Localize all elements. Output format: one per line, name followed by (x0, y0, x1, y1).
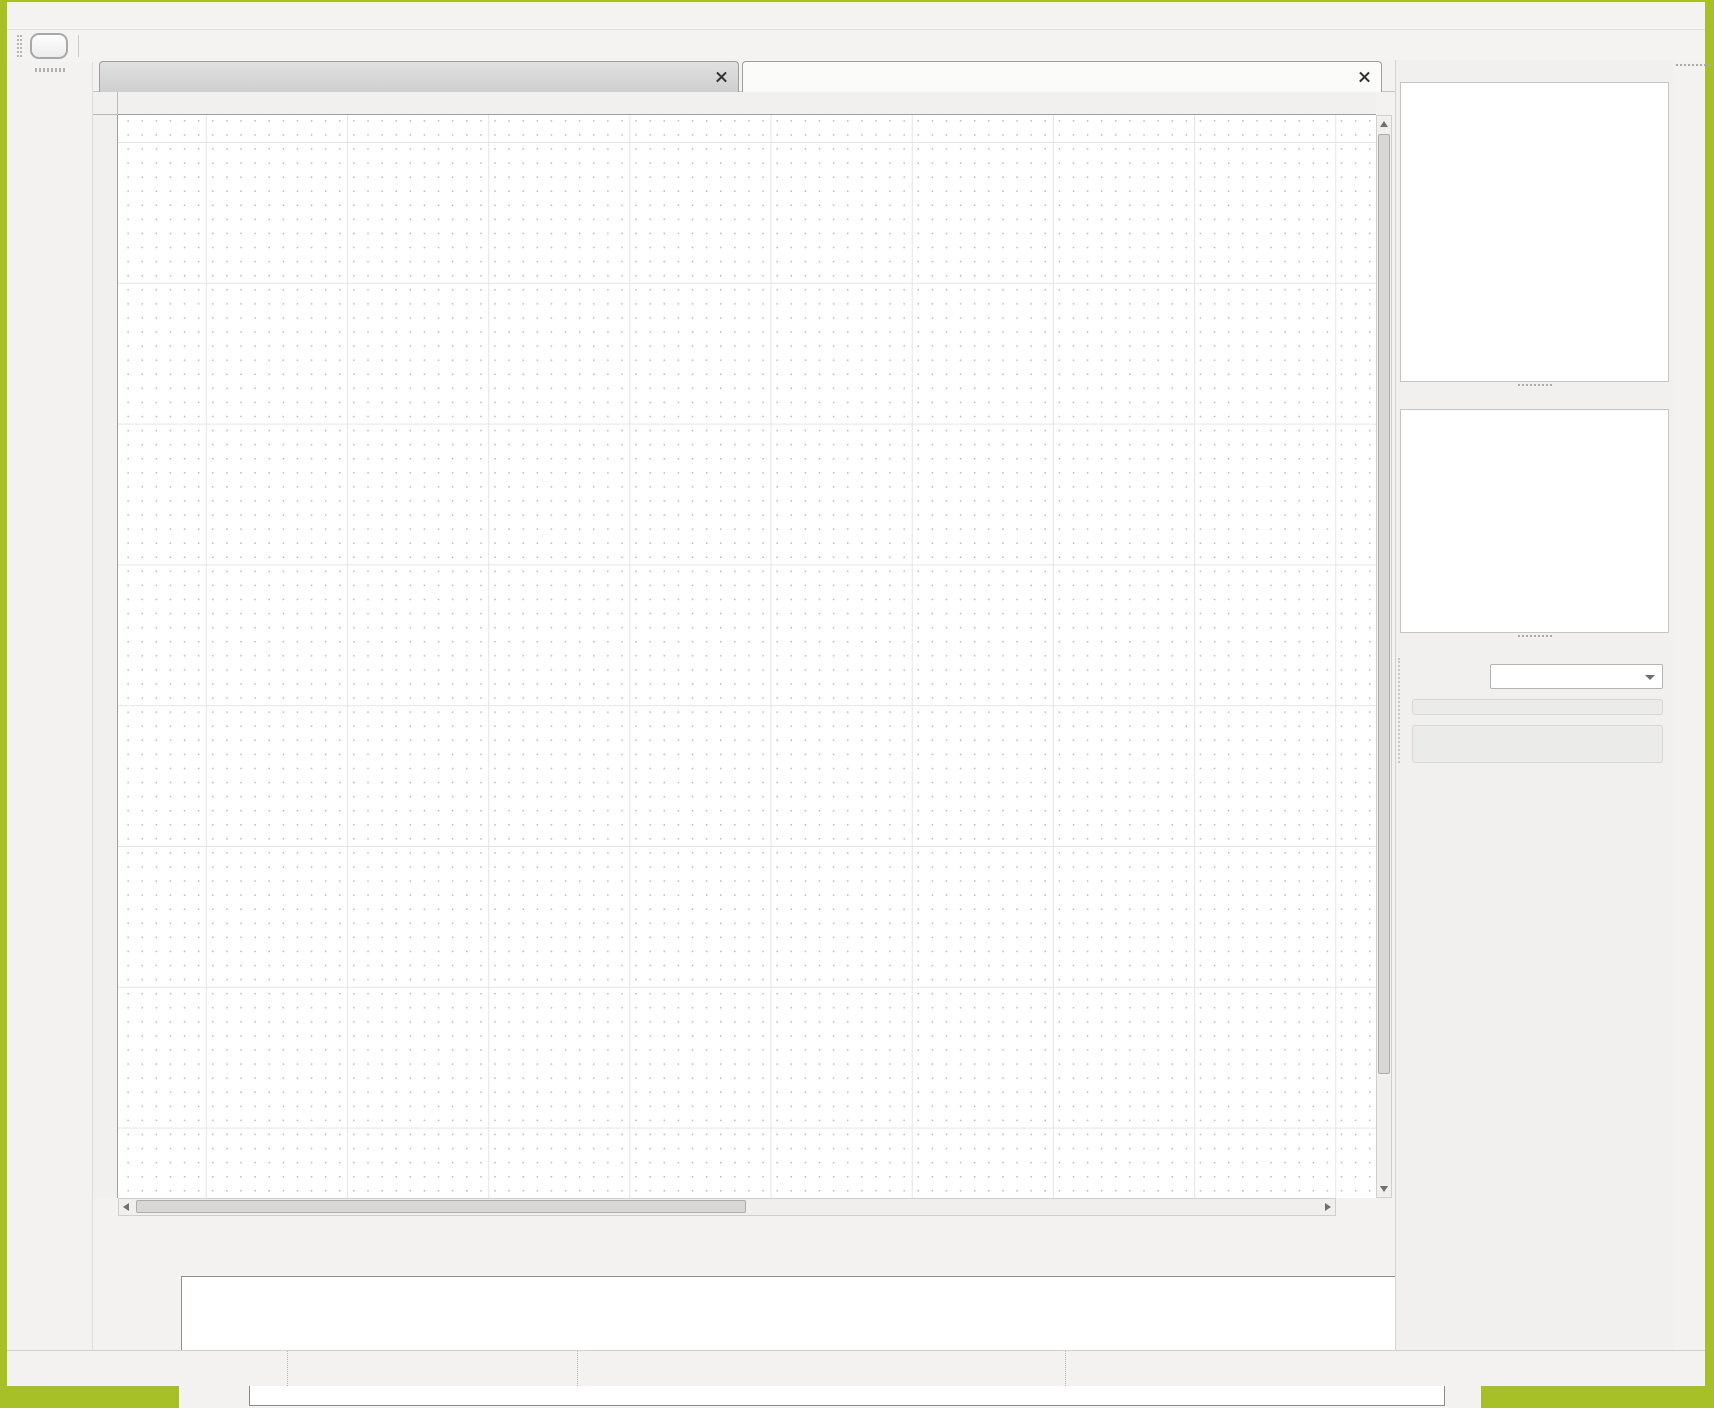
horizontal-scrollbar[interactable] (118, 1198, 1336, 1216)
tab-untitled[interactable] (99, 61, 739, 92)
tab-dno-10mm[interactable] (742, 61, 1382, 92)
layer-list-panel (1396, 384, 1673, 633)
strip-drag-handle[interactable] (1676, 64, 1710, 67)
vertical-ruler (93, 115, 118, 1198)
librecad-window (7, 2, 1705, 1386)
scroll-right-icon[interactable] (1325, 1203, 1331, 1211)
float-panel-icon[interactable] (1638, 63, 1652, 77)
detach-command-icon[interactable] (1449, 1387, 1466, 1404)
polar-coordinates-widget (287, 1351, 577, 1386)
vertical-scrollbar-handle[interactable] (1378, 134, 1390, 1074)
mouse-hint-widget (577, 1351, 1065, 1386)
specific-properties-group (1412, 725, 1663, 763)
mouse-icon (817, 1357, 833, 1383)
command-input[interactable] (249, 1385, 1445, 1406)
tab-bar (93, 60, 1395, 92)
status-bar (7, 1350, 1705, 1386)
command-dock (179, 1274, 1481, 1408)
cad-drawing (118, 115, 1376, 1198)
palette-drag-handle[interactable] (35, 68, 65, 72)
chevron-down-icon (1645, 675, 1655, 680)
coordinates-widget (7, 1351, 287, 1386)
tab-close-icon[interactable] (1357, 69, 1373, 85)
close-panel-icon[interactable] (1657, 63, 1671, 77)
selection-combobox[interactable] (1490, 664, 1663, 689)
property-editor-panel (1396, 635, 1673, 763)
block-list-panel (1396, 60, 1673, 382)
librecad-doc-icon (751, 69, 768, 86)
float-panel-icon[interactable] (1638, 390, 1652, 404)
drawing-canvas[interactable] (118, 115, 1376, 1198)
mdi-area (93, 60, 1395, 1350)
scroll-left-icon[interactable] (123, 1203, 129, 1211)
top-toolbar (7, 30, 1705, 62)
general-properties-group (1412, 699, 1663, 715)
document-area (93, 92, 1395, 1216)
dock-toggle-strip (1676, 62, 1705, 1350)
close-panel-icon[interactable] (1657, 390, 1671, 404)
float-panel-icon[interactable] (1638, 641, 1652, 655)
selection-status-widget (1065, 1351, 1705, 1386)
select-tool-button[interactable] (30, 33, 68, 59)
tab-close-icon[interactable] (714, 69, 730, 85)
vertical-scrollbar[interactable] (1376, 115, 1392, 1198)
tool-palette (7, 62, 93, 1350)
horizontal-scrollbar-handle[interactable] (136, 1200, 746, 1213)
menu-bar (7, 2, 1705, 30)
librecad-doc-icon (108, 69, 125, 86)
toolbar-grip[interactable] (17, 35, 22, 57)
right-dock (1395, 60, 1673, 1350)
close-panel-icon[interactable] (1657, 641, 1671, 655)
horizontal-ruler (118, 92, 1376, 115)
scroll-up-icon[interactable] (1380, 121, 1388, 127)
scroll-down-icon[interactable] (1380, 1186, 1388, 1192)
ruler-corner (93, 92, 118, 115)
toolbar-separator (78, 35, 79, 57)
